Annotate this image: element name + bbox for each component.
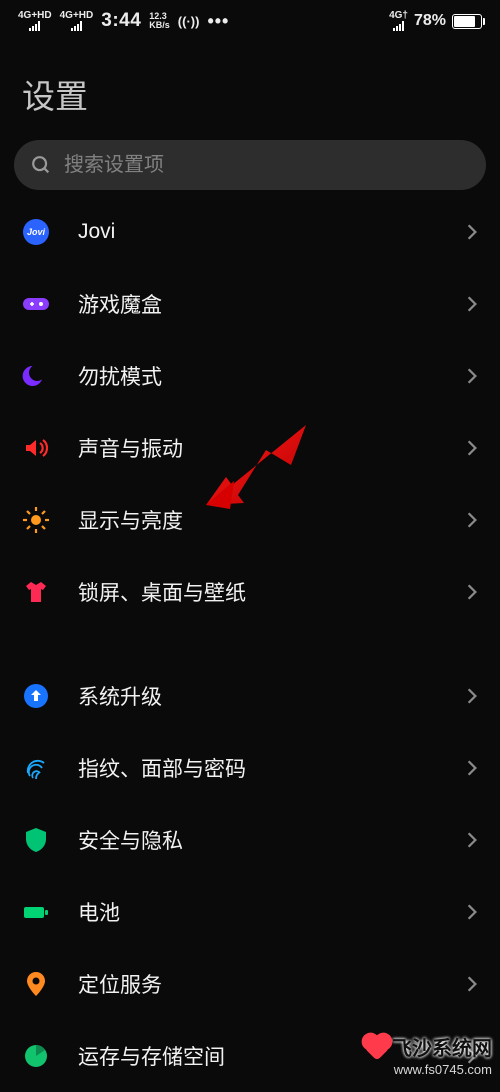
chevron-right-icon: [466, 583, 478, 601]
chevron-right-icon: [466, 295, 478, 313]
item-label: 锁屏、桌面与壁纸: [78, 577, 438, 607]
chevron-right-icon: [466, 367, 478, 385]
signal-1-icon: 4G+HD: [18, 11, 52, 31]
item-label: 游戏魔盒: [78, 289, 438, 319]
chevron-right-icon: [466, 975, 478, 993]
item-security[interactable]: 安全与隐私: [0, 804, 500, 876]
status-right: 4G† 78%: [389, 11, 482, 31]
item-label: 电池: [78, 897, 438, 927]
clock: 3:44: [101, 10, 141, 32]
item-label: Jovi: [78, 220, 438, 244]
jovi-icon: Jovi: [22, 218, 50, 246]
heart-icon: [364, 1035, 389, 1060]
chevron-right-icon: [466, 511, 478, 529]
item-label: 勿扰模式: [78, 361, 438, 391]
battery-icon: [452, 14, 482, 29]
item-lock-wallpaper[interactable]: 锁屏、桌面与壁纸: [0, 556, 500, 628]
svg-text:Jovi: Jovi: [27, 227, 46, 237]
chevron-right-icon: [466, 223, 478, 241]
item-sound[interactable]: 声音与振动: [0, 412, 500, 484]
item-label: 定位服务: [78, 969, 438, 999]
status-left: 4G+HD 4G+HD 3:44 12.3KB/s ((·)) •••: [18, 10, 229, 32]
item-battery[interactable]: 电池: [0, 876, 500, 948]
shirt-icon: [22, 578, 50, 606]
search-bar[interactable]: [14, 140, 486, 190]
item-label: 系统升级: [78, 681, 438, 711]
item-label: 安全与隐私: [78, 825, 438, 855]
moon-icon: [22, 362, 50, 390]
hotspot-icon: ((·)): [178, 14, 200, 29]
search-input[interactable]: [64, 154, 470, 177]
page-title: 设置: [0, 42, 500, 140]
chevron-right-icon: [466, 759, 478, 777]
data-rate: 12.3KB/s: [149, 12, 170, 30]
item-game-box[interactable]: 游戏魔盒: [0, 268, 500, 340]
item-jovi[interactable]: Jovi Jovi: [0, 196, 500, 268]
brightness-icon: [22, 506, 50, 534]
watermark: 飞沙系统网 www.fs0745.com: [368, 1037, 492, 1078]
search-icon: [30, 154, 52, 176]
item-display[interactable]: 显示与亮度: [0, 484, 500, 556]
chevron-right-icon: [466, 903, 478, 921]
fingerprint-icon: [22, 754, 50, 782]
chevron-right-icon: [466, 831, 478, 849]
speaker-icon: [22, 434, 50, 462]
battery-icon: [22, 898, 50, 926]
pie-chart-icon: [22, 1042, 50, 1070]
signal-right-icon: 4G†: [389, 11, 408, 31]
item-system-update[interactable]: 系统升级: [0, 660, 500, 732]
item-label: 声音与振动: [78, 433, 438, 463]
item-label: 显示与亮度: [78, 505, 438, 535]
item-dnd[interactable]: 勿扰模式: [0, 340, 500, 412]
gamepad-icon: [22, 290, 50, 318]
item-biometrics[interactable]: 指纹、面部与密码: [0, 732, 500, 804]
item-location[interactable]: 定位服务: [0, 948, 500, 1020]
shield-icon: [22, 826, 50, 854]
signal-2-icon: 4G+HD: [60, 11, 94, 31]
battery-percent: 78%: [414, 12, 446, 30]
update-icon: [22, 682, 50, 710]
section-gap: [0, 628, 500, 660]
location-icon: [22, 970, 50, 998]
settings-list: Jovi Jovi 游戏魔盒 勿扰模式 声音与振动 显示与亮度: [0, 196, 500, 1092]
item-label: 指纹、面部与密码: [78, 753, 438, 783]
chevron-right-icon: [466, 687, 478, 705]
chevron-right-icon: [466, 439, 478, 457]
status-bar: 4G+HD 4G+HD 3:44 12.3KB/s ((·)) ••• 4G† …: [0, 0, 500, 42]
